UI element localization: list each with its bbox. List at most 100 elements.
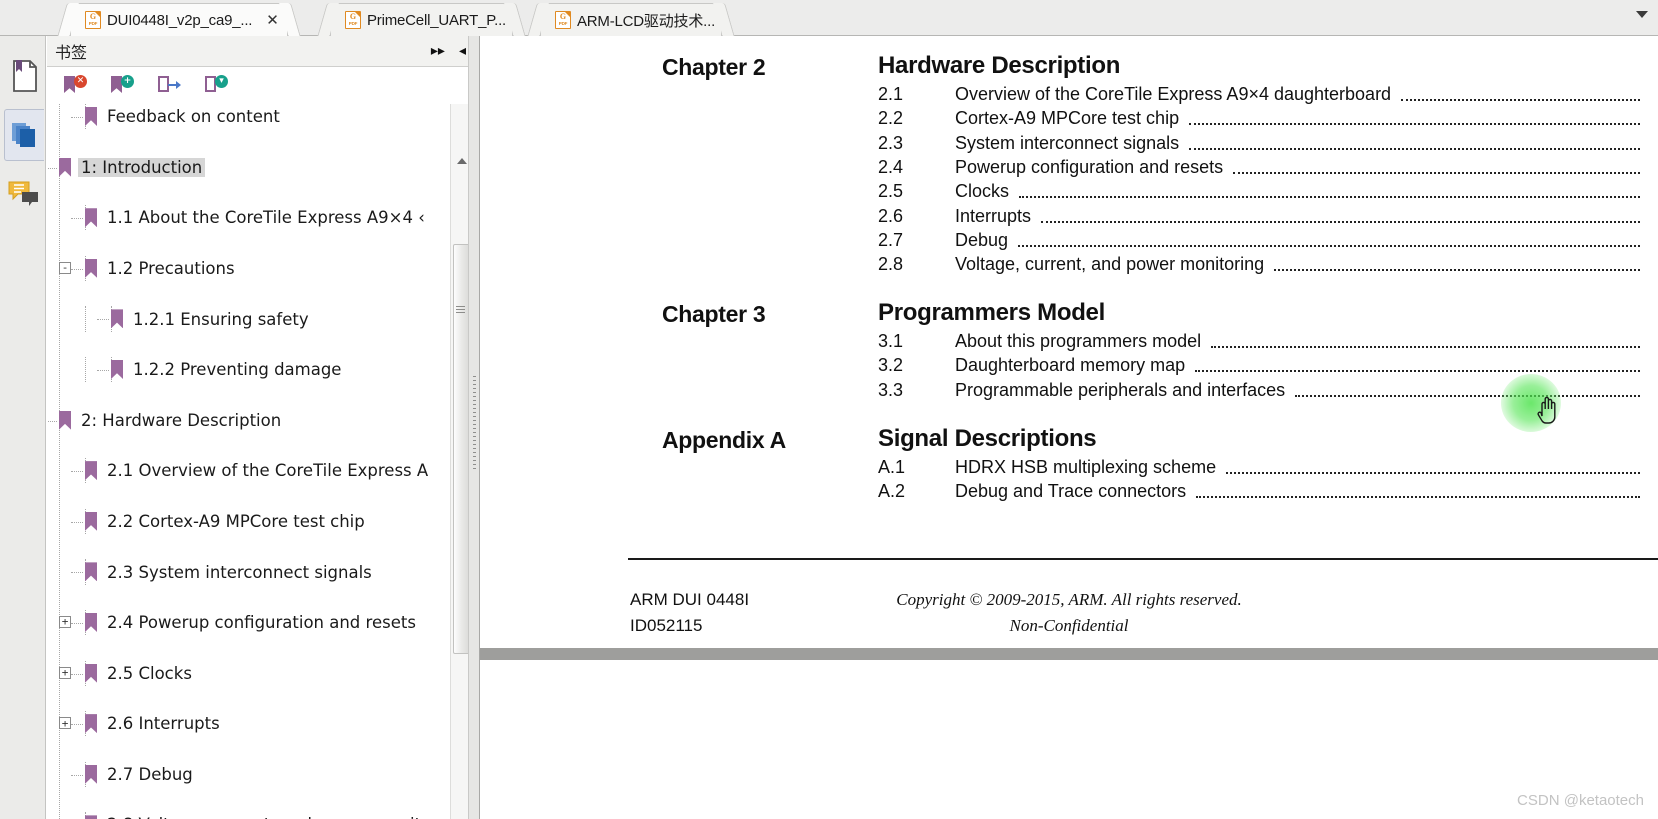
bookmark-item[interactable]: +2.6 Interrupts [47,711,472,737]
tree-connector [71,622,83,624]
toc-entry[interactable]: 2.6 Interrupts [480,206,1658,230]
chevron-down-icon[interactable] [1636,11,1648,18]
toc-entry[interactable]: 2.3 System interconnect signals [480,133,1658,157]
chapter-label: Chapter 2 [662,54,766,80]
tree-connector [47,167,57,169]
toc-entry[interactable]: 2.5 Clocks [480,181,1658,205]
expand-node-icon[interactable]: + [59,666,71,679]
bookmark-flag-icon [85,258,97,278]
panel-title: 书签 [55,43,88,62]
toc-entry[interactable]: 2.4 Powerup configuration and resets [480,157,1658,181]
delete-bookmark-icon[interactable]: ✕ [63,74,87,98]
sidebar-item-bookmarks[interactable] [4,50,44,102]
footer-rule [628,558,1658,560]
bookmark-label: 1.2 Precautions [107,258,235,278]
bookmark-item[interactable]: 2.3 System interconnect signals [47,559,472,585]
bookmark-flag-icon [59,410,71,430]
chapter-title: Signal Descriptions [878,425,1097,452]
bookmark-flag-icon [85,714,97,734]
comments-icon [8,181,38,206]
tree-connector [71,471,83,473]
collapse-panel-icon[interactable]: ◂ [459,42,466,60]
bookmark-flag-icon [85,562,97,582]
toc-entry-title: Cortex-A9 MPCore test chip [955,108,1180,129]
toc-entry[interactable]: 2.7 Debug [480,230,1658,254]
sidebar-item-page-thumbnails[interactable] [4,109,44,161]
bookmark-flag-icon [59,157,71,177]
tab-label: ARM-LCD驱动技术... [577,12,716,30]
bookmark-flag-icon [85,107,97,126]
bookmarks-toolbar: ✕ + ▾ [47,68,472,104]
bookmark-item[interactable]: - 1.2 Precautions [47,255,472,282]
chapter-label: Appendix A [662,427,786,453]
tree-guide-line [85,306,86,332]
bookmark-item[interactable]: 1.1 About the CoreTile Express A9×4 ‹ [47,205,472,231]
toc-leader-dots [1226,472,1640,474]
tab-label: DUI0448I_v2p_ca9_... [107,11,253,29]
bookmark-item[interactable]: +2.5 Clocks [47,660,472,686]
sidebar-item-comments[interactable] [4,168,44,220]
new-bookmark-icon[interactable]: + [110,74,134,98]
toc-leader-dots [1401,99,1640,101]
bookmark-flag-icon [85,208,97,228]
bookmark-item[interactable]: 2.8 Voltage, current, and power monit [47,812,472,819]
panel-splitter[interactable] [468,36,480,819]
toc-entry[interactable]: 2.8 Voltage, current, and power monitorin… [480,254,1658,278]
bookmark-item[interactable]: -1: Introduction [47,155,472,180]
bookmark-item[interactable]: -2: Hardware Description [47,408,472,433]
bookmark-flag-icon [85,815,97,819]
toc-entry[interactable]: A.1 HDRX HSB multiplexing scheme [480,457,1658,481]
tab-close-icon[interactable]: ✕ [266,12,279,28]
bookmarks-tree[interactable]: Feedback on content-1: Introduction1.1 A… [47,104,472,819]
toc-leader-dots [1041,220,1640,223]
tree-connector [71,774,83,776]
bookmark-flag-icon [85,511,97,531]
toc-entry[interactable]: 2.1 Overview of the CoreTile Express A9×4… [480,84,1658,108]
toc-entry[interactable]: 3.3 Programmable peripherals and interfac… [480,380,1658,404]
pdf-page-2 [480,660,1658,819]
bookmarks-panel: 书签 ▸▸ ◂ ✕ + ▾ Feedback on content-1: Int… [47,36,472,819]
toc-entry-number: A.2 [878,481,906,502]
toc-entry-title: Powerup configuration and resets [955,156,1224,177]
toc-leader-dots [1189,147,1640,150]
toc-entry-number: 2.4 [878,156,904,177]
bookmark-label: 2.5 Clocks [107,663,192,683]
expand-node-icon[interactable]: + [59,615,71,628]
toc-entry[interactable]: 2.2 Cortex-A9 MPCore test chip [480,108,1658,132]
bookmark-label: 1: Introduction [78,157,206,177]
tab-primecell-uart[interactable]: G PDF PrimeCell_UART_P... [330,3,514,36]
toc-leader-dots [1295,394,1640,397]
bookmark-flag-icon [85,612,97,632]
toc-entry-title: Overview of the CoreTile Express A9×4 da… [955,84,1392,104]
bookmark-options-icon[interactable]: ▾ [204,74,228,98]
expand-node-icon[interactable]: + [59,717,71,730]
toc-leader-dots [1195,370,1640,373]
goto-bookmark-icon[interactable] [157,74,181,98]
tab-dui0448i[interactable]: G PDF DUI0448I_v2p_ca9_... ✕ [70,3,288,36]
bookmark-item[interactable]: 2.1 Overview of the CoreTile Express A [47,458,472,484]
collapse-node-icon[interactable]: - [59,261,71,274]
expand-all-icon[interactable]: ▸▸ [431,42,445,60]
toc-entry-number: 2.6 [878,205,904,226]
tree-connector [71,268,83,270]
bookmark-item[interactable]: Feedback on content [47,104,472,130]
bookmark-item[interactable]: 2.7 Debug [47,761,472,788]
toc-entry[interactable]: A.2 Debug and Trace connectors [480,481,1658,505]
bookmark-item[interactable]: 1.2.2 Preventing damage [47,356,472,383]
toc-leader-dots [1196,496,1640,499]
scrollbar-grip-icon [456,306,465,314]
sidebar-icon-rail [0,36,46,819]
bookmark-flag-icon [85,663,97,683]
toc-entry[interactable]: 3.1 About this programmers model [480,331,1658,355]
toc-leader-dots [1019,196,1640,199]
bookmark-item[interactable]: 1.2.1 Ensuring safety [47,306,472,332]
tab-arm-lcd[interactable]: G PDF ARM-LCD驱动技术... [540,3,723,36]
tab-label: PrimeCell_UART_P... [367,11,507,29]
tree-connector [71,572,83,574]
bookmark-item[interactable]: 2.2 Cortex-A9 MPCore test chip [47,508,472,535]
pdf-document-view[interactable]: Chapter 2 Hardware Description 2.1 Overview… [480,36,1658,819]
bookmark-flag-icon [111,359,123,379]
toc-entry[interactable]: 3.2 Daughterboard memory map [480,355,1658,379]
watermark: CSDN @ketaotech [1517,792,1644,809]
bookmark-item[interactable]: +2.4 Powerup configuration and resets [47,609,472,636]
